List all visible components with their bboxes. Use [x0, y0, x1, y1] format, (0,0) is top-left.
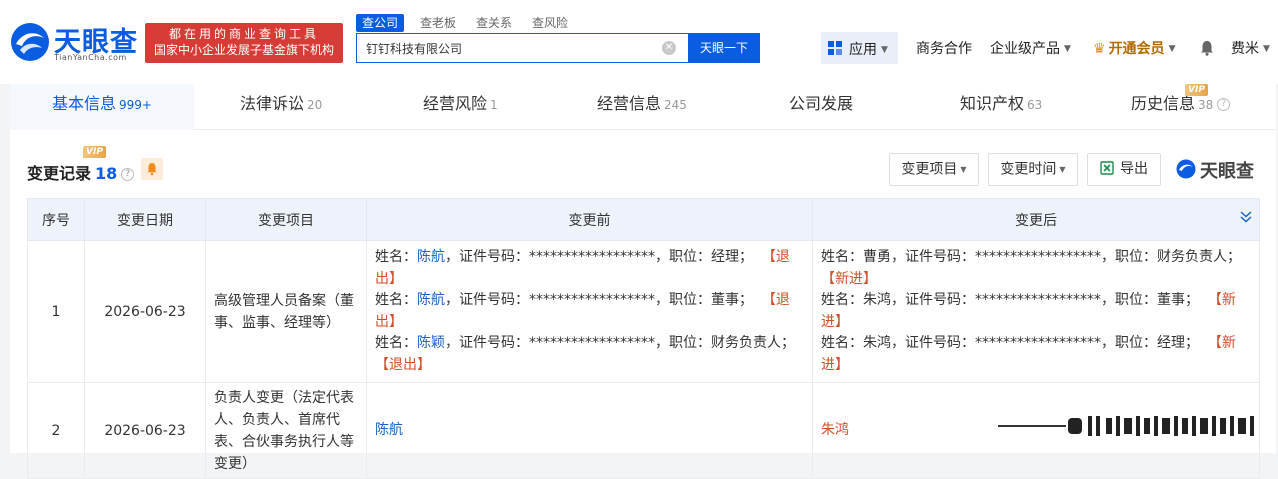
nav-enterprise-products[interactable]: 企业级产品 ▼: [990, 38, 1071, 58]
search-input[interactable]: [357, 34, 647, 62]
vip-badge: VIP: [1185, 84, 1208, 96]
chevron-down-icon: ▼: [1064, 44, 1071, 54]
logo-mark-icon: [1176, 159, 1196, 179]
after-entry: 姓名：朱鸿，证件号码：******************，职位：经理； 【新进…: [821, 335, 1236, 373]
before-entry: 姓名：陈颖，证件号码：******************，职位：财务负责人；【…: [375, 335, 795, 373]
row-before: 姓名：陈航，证件号码：******************，职位：经理； 【退出…: [366, 240, 813, 383]
vip-badge: VIP: [83, 146, 106, 158]
apps-label: 应用 ▼: [849, 42, 888, 58]
tab-legal[interactable]: 法律诉讼 20: [240, 84, 322, 130]
clear-icon[interactable]: ✕: [662, 41, 676, 55]
row-index: 1: [27, 240, 85, 383]
tab-basic-info[interactable]: 基本信息 999+: [10, 84, 194, 130]
export-button[interactable]: 导出: [1087, 153, 1161, 186]
tab-history-info[interactable]: 历史信息 38?: [1131, 84, 1231, 130]
monitor-button[interactable]: [141, 158, 163, 180]
tianyancha-logo[interactable]: 天眼查 TianYanCha.com: [10, 20, 140, 64]
row-index: 2: [27, 382, 85, 479]
search-button[interactable]: 天眼一下: [688, 33, 760, 63]
search-tab-company[interactable]: 查公司: [356, 14, 405, 32]
tianyancha-watermark: 天眼查: [1176, 157, 1266, 182]
chevron-down-icon: ▼: [1059, 165, 1066, 174]
grid-icon: [828, 41, 842, 55]
chevron-down-icon: ▼: [960, 165, 967, 174]
row-date: 2026-06-23: [84, 382, 206, 479]
bell-icon: [147, 163, 157, 176]
record-count: 18: [95, 164, 118, 183]
row-change-item: 高级管理人员备案（董事、监事、经理等）: [205, 240, 367, 383]
row-before: 陈航: [366, 382, 813, 479]
before-entry: 姓名：陈航，证件号码：******************，职位：董事； 【退出…: [375, 292, 790, 330]
col-header-date: 变更日期: [84, 198, 206, 241]
promo-line-1: 都在用的商业查询工具: [168, 27, 319, 41]
change-time-sort[interactable]: 变更时间 ▼: [988, 153, 1078, 186]
watermark-graphic: [998, 416, 1254, 436]
top-bar: 天眼查 TianYanCha.com 都在用的商业查询工具 国家中小企业发展子基…: [0, 0, 1278, 84]
col-header-index: 序号: [27, 198, 85, 241]
chevron-down-icon: ▼: [1168, 44, 1176, 54]
chevron-down-icon: ▼: [881, 45, 888, 55]
bell-icon[interactable]: [1199, 40, 1215, 56]
nav-business-cooperation[interactable]: 商务合作: [916, 38, 972, 58]
tab-intellectual-property[interactable]: 知识产权 63: [960, 84, 1042, 130]
person-link[interactable]: 陈航: [417, 292, 445, 308]
exit-tag: 【退出】: [375, 356, 431, 373]
nav-open-vip[interactable]: ♛ 开通会员 ▼: [1093, 38, 1175, 58]
row-date: 2026-06-23: [84, 240, 206, 383]
row-change-item: 负责人变更（法定代表人、负责人、首席代表、合伙事务执行人等变更）: [205, 382, 367, 479]
tab-operation-info[interactable]: 经营信息 245: [597, 84, 687, 130]
tab-operation-risk[interactable]: 经营风险 1: [423, 84, 498, 130]
apps-menu[interactable]: 应用 ▼: [821, 32, 898, 64]
logo-subtitle: TianYanCha.com: [54, 53, 127, 62]
user-menu[interactable]: 费米 ▼: [1231, 38, 1270, 58]
search-tab-boss[interactable]: 查老板: [420, 14, 456, 32]
change-item-filter[interactable]: 变更项目 ▼: [889, 153, 979, 186]
search-tab-risk[interactable]: 查风险: [532, 14, 568, 32]
col-header-after: 变更后: [812, 198, 1260, 241]
table-header-row: 序号 变更日期 变更项目 变更前 变更后: [27, 198, 1260, 241]
search-box: ✕: [356, 33, 688, 63]
promo-line-2: 国家中小企业发展子基金旗下机构: [153, 43, 334, 57]
person-link[interactable]: 陈航: [417, 249, 445, 265]
search-tab-relation[interactable]: 查关系: [476, 14, 512, 32]
chevron-down-icon: ▼: [1263, 44, 1270, 54]
help-icon[interactable]: ?: [1217, 98, 1231, 111]
col-header-before: 变更前: [366, 198, 813, 241]
excel-icon: [1100, 161, 1114, 175]
before-entry: 姓名：陈航，证件号码：******************，职位：经理； 【退出…: [375, 249, 790, 287]
company-tab-bar: 基本信息 999+ 法律诉讼 20 经营风险 1 经营信息 245 公司发展 知识产权 6…: [10, 84, 1276, 130]
logo-mark-icon: [11, 23, 49, 61]
crown-icon: ♛: [1093, 41, 1106, 57]
after-entry: 姓名：曹勇，证件号码：******************，职位：财务负责人；【…: [821, 249, 1241, 287]
person-link[interactable]: 陈颖: [417, 335, 445, 351]
after-entry: 姓名：朱鸿，证件号码：******************，职位：董事； 【新进…: [821, 292, 1236, 330]
row-after: 姓名：曹勇，证件号码：******************，职位：财务负责人；【…: [812, 240, 1260, 383]
help-icon[interactable]: ?: [121, 168, 135, 181]
promo-banner[interactable]: 都在用的商业查询工具 国家中小企业发展子基金旗下机构: [145, 23, 343, 63]
chevron-down-icon[interactable]: [1239, 210, 1253, 224]
content-card: 基本信息 999+ 法律诉讼 20 经营风险 1 经营信息 245 公司发展 知识产权 6…: [10, 84, 1276, 479]
new-tag: 【新进】: [821, 270, 877, 287]
col-header-item: 变更项目: [205, 198, 367, 241]
tab-company-development[interactable]: 公司发展: [789, 84, 853, 130]
person-link[interactable]: 朱鸿: [821, 422, 849, 438]
person-link[interactable]: 陈航: [375, 422, 403, 438]
section-title: 变更记录 18?: [27, 160, 135, 184]
table-row: 1 2026-06-23 高级管理人员备案（董事、监事、经理等） 姓名：陈航，证…: [27, 240, 1260, 383]
